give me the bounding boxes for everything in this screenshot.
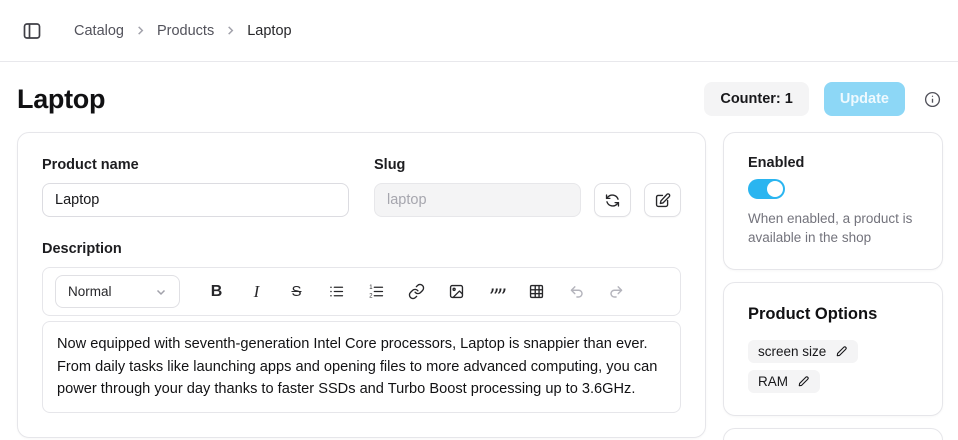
block-style-value: Normal bbox=[68, 284, 112, 299]
option-label: screen size bbox=[758, 344, 826, 359]
table-icon[interactable] bbox=[522, 277, 551, 306]
chevron-down-icon bbox=[155, 286, 167, 298]
ordered-list-icon[interactable]: 1 2 bbox=[362, 277, 391, 306]
breadcrumb-laptop: Laptop bbox=[247, 23, 291, 39]
pencil-icon bbox=[835, 345, 848, 358]
product-options-list: screen size RAM bbox=[748, 340, 918, 393]
page-header: Laptop Counter: 1 Update bbox=[17, 82, 941, 116]
breadcrumb: Catalog Products Laptop bbox=[74, 23, 292, 39]
image-icon[interactable] bbox=[442, 277, 471, 306]
undo-icon[interactable] bbox=[562, 277, 591, 306]
svg-text:2: 2 bbox=[369, 293, 372, 299]
enabled-toggle[interactable] bbox=[748, 179, 785, 199]
refresh-icon bbox=[604, 192, 621, 209]
edit-icon bbox=[654, 192, 671, 209]
product-options-title: Product Options bbox=[748, 305, 918, 324]
toggle-knob bbox=[767, 181, 783, 197]
regenerate-slug-button[interactable] bbox=[594, 183, 631, 217]
option-chip-ram[interactable]: RAM bbox=[748, 370, 820, 393]
italic-icon[interactable]: I bbox=[242, 277, 271, 306]
product-form-card: Product name Slug bbox=[17, 132, 706, 438]
bullet-list-icon[interactable] bbox=[322, 277, 351, 306]
svg-text:1: 1 bbox=[369, 285, 373, 291]
chevron-right-icon bbox=[135, 25, 146, 36]
header-actions: Counter: 1 Update bbox=[704, 82, 941, 116]
edit-slug-button[interactable] bbox=[644, 183, 681, 217]
enabled-help-text: When enabled, a product is available in … bbox=[748, 209, 918, 247]
main-content: Product name Slug bbox=[0, 132, 958, 440]
blockquote-icon[interactable]: ”” bbox=[482, 277, 511, 306]
product-options-card: Product Options screen size RAM bbox=[723, 282, 943, 416]
enabled-label: Enabled bbox=[748, 155, 918, 171]
strikethrough-icon[interactable]: S bbox=[282, 277, 311, 306]
sidebar-toggle-button[interactable] bbox=[18, 17, 46, 45]
info-icon bbox=[924, 91, 941, 108]
redo-icon[interactable] bbox=[602, 277, 631, 306]
option-chip-screen-size[interactable]: screen size bbox=[748, 340, 858, 363]
product-name-label: Product name bbox=[42, 157, 349, 173]
side-panel: Enabled When enabled, a product is avail… bbox=[723, 132, 943, 440]
product-name-input[interactable] bbox=[42, 183, 349, 217]
breadcrumb-products[interactable]: Products bbox=[157, 23, 214, 39]
update-button[interactable]: Update bbox=[824, 82, 905, 116]
editor-toolbar: Normal B I S 1 bbox=[42, 267, 681, 316]
description-label: Description bbox=[42, 241, 681, 257]
top-bar: Catalog Products Laptop bbox=[0, 0, 958, 62]
enabled-card: Enabled When enabled, a product is avail… bbox=[723, 132, 943, 270]
next-card-partial bbox=[723, 428, 943, 440]
page-title: Laptop bbox=[17, 84, 105, 115]
block-style-select[interactable]: Normal bbox=[55, 275, 180, 308]
description-editor[interactable]: Now equipped with seventh-generation Int… bbox=[42, 321, 681, 413]
option-label: RAM bbox=[758, 374, 788, 389]
pencil-icon bbox=[797, 375, 810, 388]
slug-input[interactable] bbox=[374, 183, 581, 217]
bold-icon[interactable]: B bbox=[202, 277, 231, 306]
product-name-field-group: Product name bbox=[42, 157, 349, 217]
counter-button[interactable]: Counter: 1 bbox=[704, 82, 809, 116]
panel-left-icon bbox=[22, 21, 42, 41]
slug-label: Slug bbox=[374, 157, 681, 173]
breadcrumb-catalog[interactable]: Catalog bbox=[74, 23, 124, 39]
info-button[interactable] bbox=[924, 91, 941, 108]
slug-field-group: Slug bbox=[374, 157, 681, 217]
chevron-right-icon bbox=[225, 25, 236, 36]
link-icon[interactable] bbox=[402, 277, 431, 306]
